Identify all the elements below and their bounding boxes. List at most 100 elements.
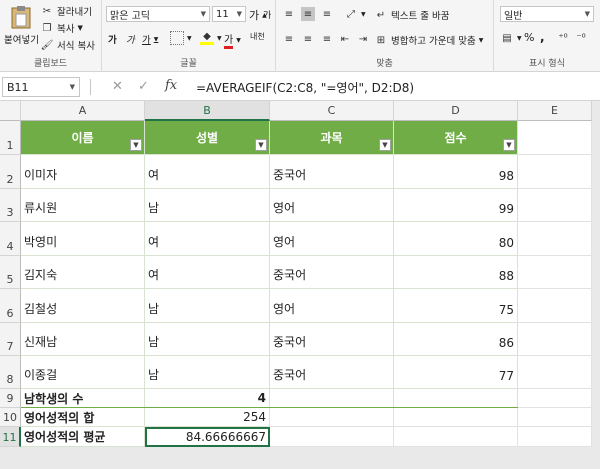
table-cell[interactable]: 중국어 [270,323,394,356]
table-cell[interactable]: 88 [394,256,518,289]
row-header-11[interactable]: 11 [0,427,21,447]
table-cell[interactable]: 86 [394,323,518,356]
filter-dropdown-icon[interactable]: ▼ [379,139,391,151]
formula-input[interactable]: =AVERAGEIF(C2:C8, "=영어", D2:D8) [196,79,414,96]
summary-label[interactable]: 남학생의 수 [21,389,145,408]
table-cell[interactable]: 영어 [270,189,394,222]
enter-icon[interactable]: ✓ [138,79,149,94]
empty-cell[interactable] [518,323,592,356]
table-cell[interactable]: 이미자 [21,155,145,189]
column-header-b[interactable]: B [145,101,270,121]
paste-button[interactable]: 붙여넣기 [4,4,39,46]
row-header-4[interactable]: 4 [0,222,21,256]
column-header-a[interactable]: A [21,101,145,121]
empty-cell[interactable] [518,356,592,389]
table-cell[interactable]: 남 [145,189,270,222]
table-cell[interactable]: 77 [394,356,518,389]
empty-cell[interactable] [518,427,592,447]
name-box[interactable]: B11 ▼ [2,77,80,97]
orientation-button[interactable]: ⤢ ▼ [344,7,366,21]
table-cell[interactable]: 박영미 [21,222,145,256]
table-header-cell[interactable]: 과목 ▼ [270,121,394,155]
row-header-6[interactable]: 6 [0,289,21,323]
empty-cell[interactable] [518,222,592,256]
filter-dropdown-icon[interactable]: ▼ [255,139,267,151]
table-cell[interactable]: 영어 [270,222,394,256]
column-header-c[interactable]: C [270,101,394,121]
empty-cell[interactable] [518,289,592,323]
table-cell[interactable]: 류시원 [21,189,145,222]
font-size-select[interactable]: 11 ▼ [212,6,246,22]
empty-cell[interactable] [518,408,592,427]
font-color-button[interactable]: 가 ▼ [224,31,241,49]
table-cell[interactable]: 99 [394,189,518,222]
table-cell[interactable]: 여 [145,256,270,289]
align-right-button[interactable]: ≡ [320,32,334,46]
table-cell[interactable]: 신재남 [21,323,145,356]
column-header-e[interactable]: E [518,101,592,121]
fill-color-button[interactable]: ◆ ▼ [200,31,222,45]
empty-cell[interactable] [270,389,394,408]
decrease-decimal-button[interactable]: ⁻⁰ [574,31,588,45]
table-cell[interactable]: 영어 [270,289,394,323]
table-cell[interactable]: 남 [145,356,270,389]
accounting-format-button[interactable]: ▤ ▼ [500,31,521,45]
bold-button[interactable]: 가 [108,32,117,46]
shrink-font-button[interactable]: 가 [263,8,271,21]
empty-cell[interactable] [518,389,592,408]
cut-button[interactable]: ✂ 잘라내기 [40,4,92,19]
comma-style-button[interactable]: , [540,30,545,44]
row-header-8[interactable]: 8 [0,356,21,389]
table-cell[interactable]: 남 [145,289,270,323]
align-bottom-button[interactable]: ≡ [320,7,334,21]
merge-center-button[interactable]: ⊞ 병합하고 가운데 맞춤 ▼ [374,33,484,48]
increase-indent-button[interactable]: ⇥ [356,32,370,46]
table-cell[interactable]: 중국어 [270,256,394,289]
filter-dropdown-icon[interactable]: ▼ [503,139,515,151]
select-all-corner[interactable] [0,101,21,121]
empty-cell[interactable] [518,189,592,222]
empty-cell[interactable] [394,389,518,408]
table-cell[interactable]: 중국어 [270,155,394,189]
empty-cell[interactable] [394,427,518,447]
row-header-2[interactable]: 2 [0,155,21,189]
table-header-cell[interactable]: 성별 ▼ [145,121,270,155]
italic-button[interactable]: 가 [126,32,135,46]
empty-cell[interactable] [270,408,394,427]
table-cell[interactable]: 여 [145,222,270,256]
align-top-button[interactable]: ≡ [282,7,296,21]
summary-value[interactable]: 84.66666667 [145,427,270,447]
align-left-button[interactable]: ≡ [282,32,296,46]
number-format-select[interactable]: 일반 ▼ [500,6,594,22]
table-header-cell[interactable]: 점수 ▼ [394,121,518,155]
table-cell[interactable]: 중국어 [270,356,394,389]
row-header-5[interactable]: 5 [0,256,21,289]
row-header-9[interactable]: 9 [0,389,21,408]
row-header-10[interactable]: 10 [0,408,21,427]
filter-dropdown-icon[interactable]: ▼ [130,139,142,151]
table-cell[interactable]: 이종걸 [21,356,145,389]
font-name-select[interactable]: 맑은 고딕 ▼ [106,6,210,22]
table-cell[interactable]: 김철성 [21,289,145,323]
table-cell[interactable]: 여 [145,155,270,189]
borders-button[interactable]: ▼ [170,31,192,45]
table-cell[interactable]: 남 [145,323,270,356]
empty-cell[interactable] [270,427,394,447]
table-cell[interactable]: 75 [394,289,518,323]
increase-decimal-button[interactable]: ⁺⁰ [556,31,570,45]
summary-value[interactable]: 4 [145,389,270,408]
table-cell[interactable]: 98 [394,155,518,189]
empty-cell[interactable] [518,155,592,189]
phonetic-button[interactable]: 내천 [250,31,265,42]
empty-cell[interactable] [394,408,518,427]
wrap-text-button[interactable]: ↵ 텍스트 줄 바꿈 [374,8,450,23]
empty-cell[interactable] [518,121,592,155]
empty-cell[interactable] [518,256,592,289]
table-header-cell[interactable]: 이름 ▼ [21,121,145,155]
table-cell[interactable]: 80 [394,222,518,256]
row-header-1[interactable]: 1 [0,121,21,155]
align-middle-button[interactable]: ≡ [301,7,315,21]
percent-button[interactable]: % [524,31,534,44]
copy-button[interactable]: ❐ 복사 ▼ [40,21,83,36]
column-header-d[interactable]: D [394,101,518,121]
